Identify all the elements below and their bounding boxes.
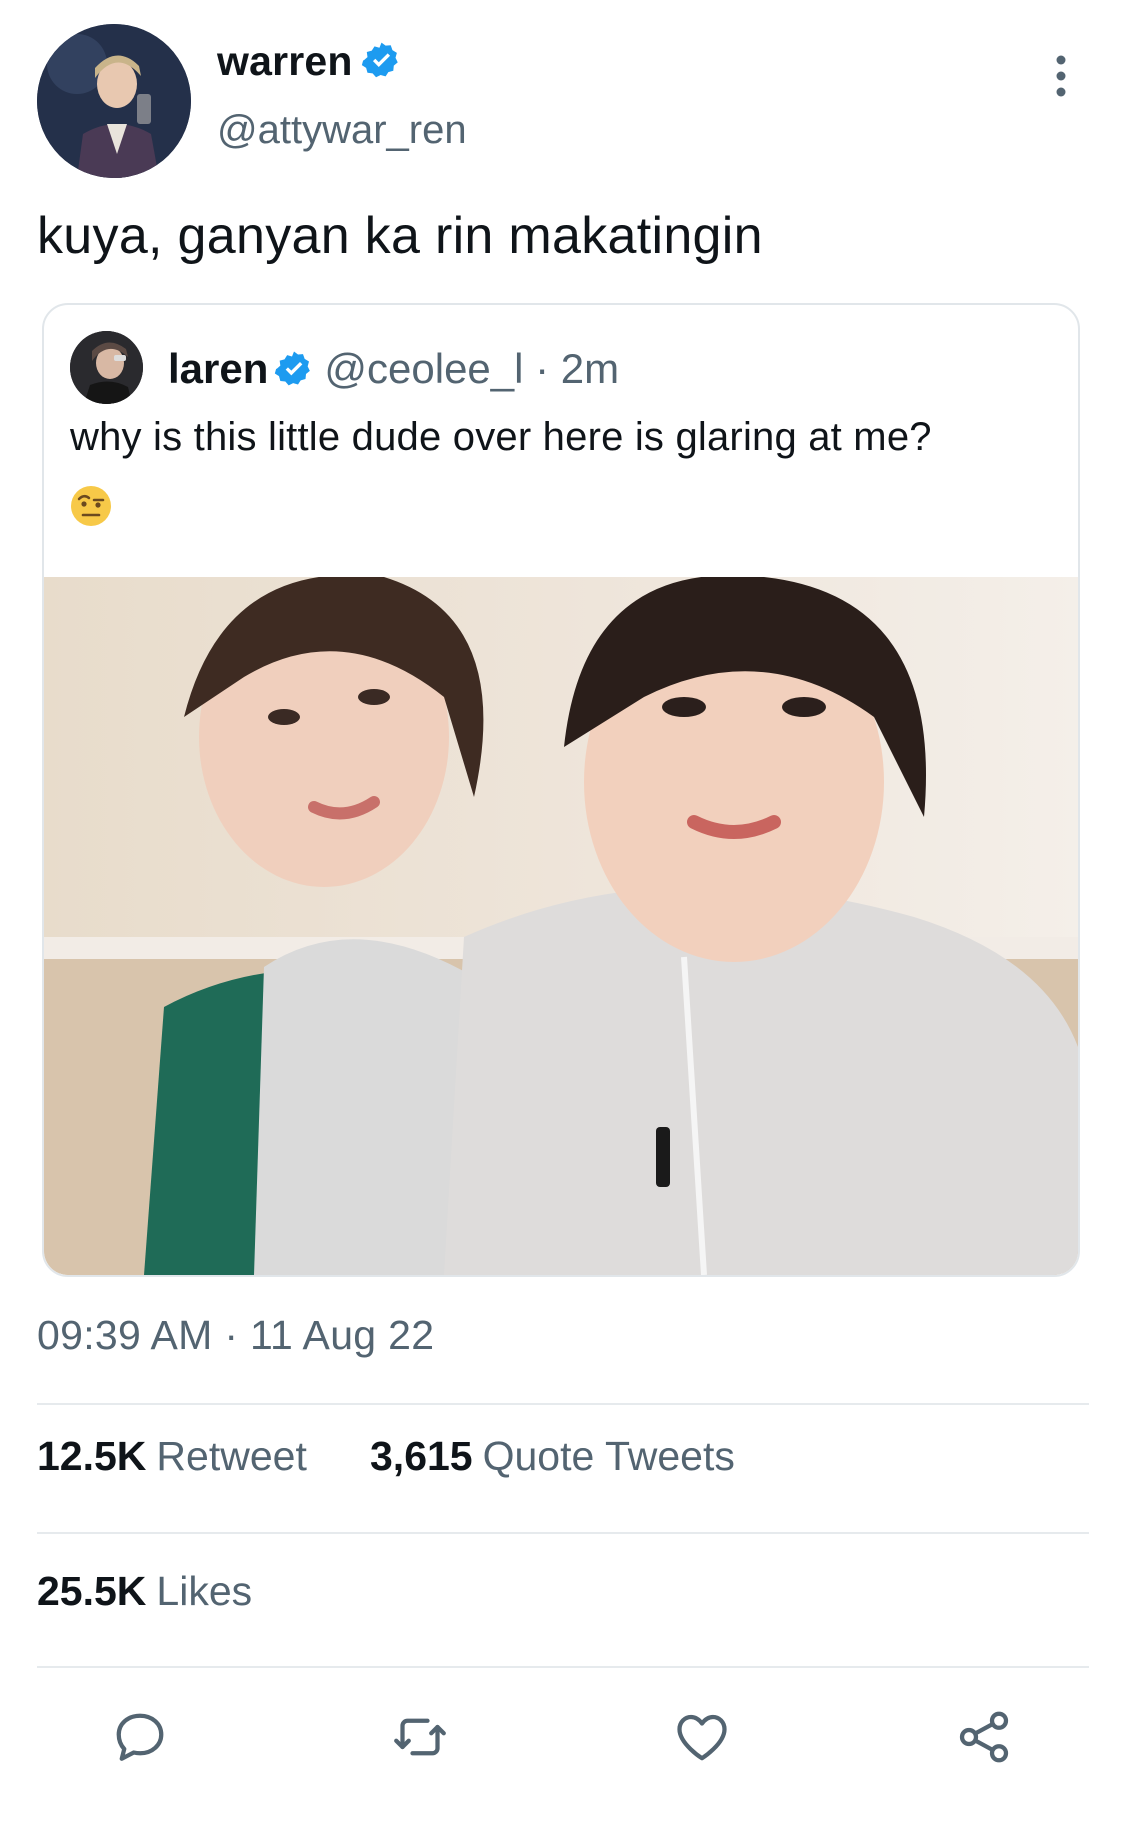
divider <box>37 1403 1089 1405</box>
quoted-tweet-text: why is this little dude over here is gla… <box>70 415 932 459</box>
tweet-text: kuya, ganyan ka rin makatingin <box>37 207 763 265</box>
author-avatar[interactable] <box>37 24 191 178</box>
avatar-photo <box>37 24 191 178</box>
retweets-label: Retweet <box>156 1433 307 1479</box>
quote-tweets-label: Quote Tweets <box>482 1433 735 1479</box>
tweet-timestamp[interactable]: 09:39 AM · 11 Aug 22 <box>37 1312 434 1359</box>
likes-count: 25.5K <box>37 1568 147 1614</box>
likes-stat[interactable]: 25.5K Likes <box>37 1568 252 1615</box>
two-kids-photo <box>44 577 1078 1275</box>
quoted-verified-badge-icon <box>275 351 311 386</box>
retweets-stat[interactable]: 12.5K Retweet <box>37 1433 307 1480</box>
quote-tweets-stat[interactable]: 3,615 Quote Tweets <box>370 1433 735 1480</box>
raised-eyebrow-emoji-icon <box>71 486 111 526</box>
share-button[interactable] <box>954 1707 1014 1767</box>
retweets-count: 12.5K <box>37 1433 147 1479</box>
likes-label: Likes <box>156 1568 253 1614</box>
quoted-tweet-photo[interactable] <box>44 577 1078 1275</box>
author-name-text[interactable]: warren <box>217 38 353 84</box>
retweet-button[interactable] <box>390 1707 450 1767</box>
quoted-header: laren @ceolee_l · 2m <box>168 345 619 393</box>
more-options-icon[interactable] <box>1046 54 1076 98</box>
share-icon <box>959 1711 1009 1763</box>
author-name[interactable]: warren <box>217 38 402 85</box>
divider <box>37 1666 1089 1668</box>
like-button[interactable] <box>672 1707 732 1767</box>
retweet-icon <box>394 1718 446 1756</box>
like-icon <box>677 1714 727 1761</box>
quoted-tweet-card[interactable]: laren @ceolee_l · 2m why is this little d… <box>42 303 1080 1277</box>
quoted-author-name[interactable]: laren <box>168 345 268 392</box>
quoted-author-avatar[interactable] <box>70 331 143 404</box>
quote-tweets-count: 3,615 <box>370 1433 473 1479</box>
author-handle[interactable]: @attywar_ren <box>217 108 467 153</box>
divider <box>37 1532 1089 1534</box>
reply-icon <box>116 1713 164 1761</box>
quoted-author-handle[interactable]: @ceolee_l · 2m <box>324 345 619 392</box>
quoted-avatar-photo <box>70 331 143 404</box>
reply-button[interactable] <box>110 1707 170 1767</box>
verified-badge-icon <box>361 42 398 78</box>
